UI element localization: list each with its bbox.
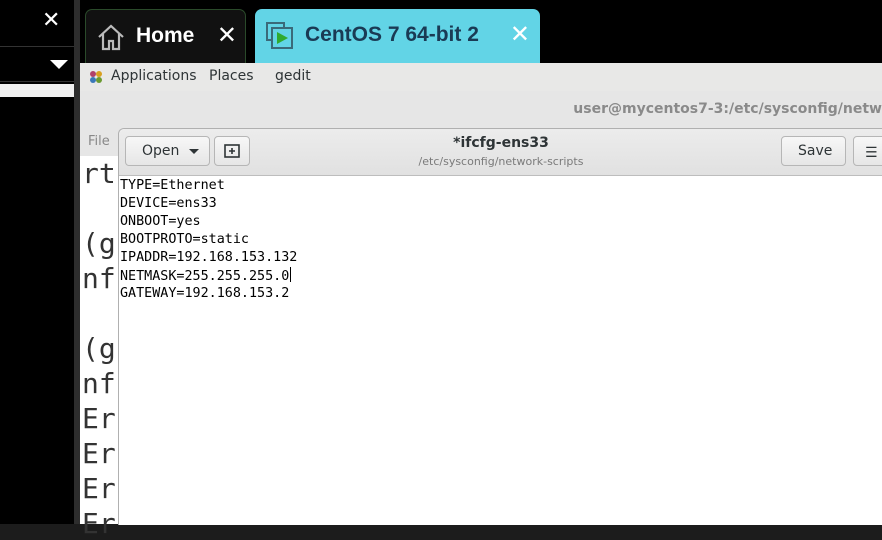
close-icon[interactable]: ✕: [42, 10, 60, 32]
terminal-line: Er: [82, 402, 116, 435]
applications-icon: [90, 71, 102, 83]
vm-tab-bar: Home ✕ CentOS 7 64-bit 2 ✕: [80, 0, 882, 63]
terminal-line: (g: [82, 227, 116, 260]
terminal-body[interactable]: rt (g nf (g nf Er Er Er Er: [80, 156, 120, 538]
terminal-line: nf: [82, 262, 116, 295]
home-icon: [98, 24, 124, 51]
applications-menu[interactable]: Applications: [111, 68, 197, 84]
active-app-menu[interactable]: gedit: [275, 68, 311, 84]
terminal-line: nf: [82, 367, 116, 400]
terminal-line: Er: [82, 437, 116, 470]
gnome-top-bar: Applications Places gedit: [80, 63, 882, 92]
text-cursor: [290, 267, 292, 282]
vm-library-panel: ✕: [0, 0, 74, 524]
places-menu[interactable]: Places: [209, 68, 254, 84]
close-icon[interactable]: ✕: [510, 22, 530, 46]
save-button[interactable]: Save: [781, 136, 846, 166]
document-title: *ifcfg-ens33: [453, 135, 549, 151]
editor-line-current: NETMASK=255.255.255.0: [120, 267, 292, 286]
editor-line: BOOTPROTO=static: [120, 232, 249, 247]
document-path: /etc/sysconfig/network-scripts: [418, 155, 584, 168]
editor-line: IPADDR=192.168.153.132: [120, 250, 298, 265]
tab-home-label: Home: [136, 24, 195, 47]
library-dropdown[interactable]: [0, 46, 74, 82]
close-icon[interactable]: ✕: [217, 23, 237, 47]
editor-line: ONBOOT=yes: [120, 214, 201, 229]
terminal-title: user@mycentos7-3:/etc/sysconfig/netw: [573, 101, 882, 117]
tab-home[interactable]: Home ✕: [85, 9, 246, 63]
tab-centos-label: CentOS 7 64-bit 2: [305, 23, 479, 46]
gedit-headerbar[interactable]: Open *ifcfg-ens33 /etc/sysconfig/network…: [119, 129, 882, 176]
editor-line-text: NETMASK=255.255.255.0: [120, 269, 290, 284]
terminal-line: Er: [82, 472, 116, 505]
terminal-line: Er: [82, 507, 116, 540]
terminal-file-menu[interactable]: File: [88, 134, 110, 149]
library-selected-row[interactable]: [0, 84, 74, 97]
editor-line: TYPE=Ethernet: [120, 178, 225, 193]
text-editor[interactable]: TYPE=Ethernet DEVICE=ens33 ONBOOT=yes BO…: [119, 176, 882, 525]
save-button-label: Save: [798, 143, 833, 159]
chevron-down-icon: [50, 60, 68, 69]
terminal-line: rt: [82, 157, 116, 190]
editor-line: DEVICE=ens33: [120, 196, 217, 211]
hamburger-icon: ☰: [865, 145, 878, 161]
tab-centos-vm[interactable]: CentOS 7 64-bit 2 ✕: [255, 9, 540, 63]
gedit-window: Open *ifcfg-ens33 /etc/sysconfig/network…: [118, 128, 882, 525]
vm-play-icon: [266, 22, 293, 49]
editor-line: GATEWAY=192.168.153.2: [120, 286, 290, 301]
terminal-line: (g: [82, 332, 116, 365]
hamburger-menu-button[interactable]: ☰: [853, 136, 882, 166]
